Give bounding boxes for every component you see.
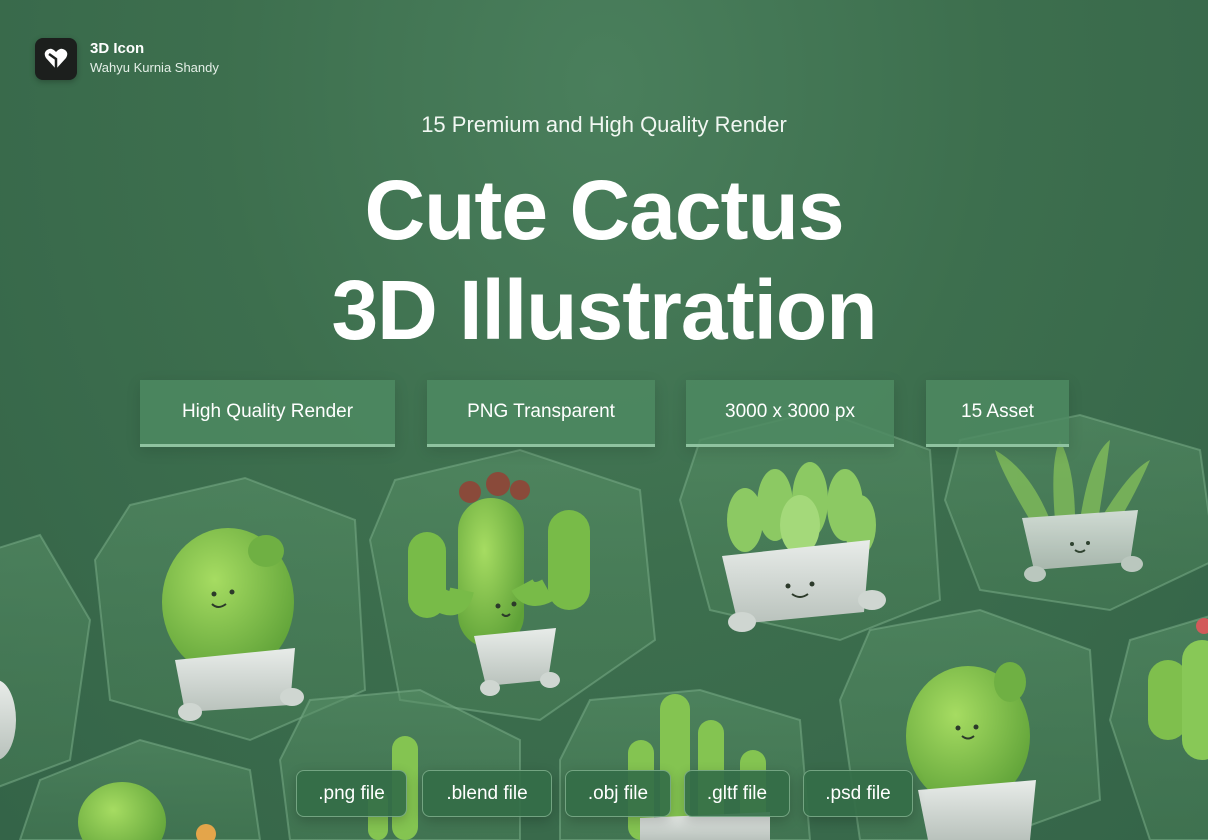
heart-logo-icon [35,38,77,80]
feature-tag: 15 Asset [926,380,1069,447]
page-title-line-2: 3D Illustration [331,263,877,357]
round-cactus-illustration [162,528,304,721]
file-chip-gltf: .gltf file [684,770,790,817]
brand-block: 3D Icon Wahyu Kurnia Shandy [35,38,219,80]
brand-title: 3D Icon [90,40,145,57]
round-cactus-illustration-2 [906,662,1036,840]
file-chip-psd: .psd file [803,770,913,817]
hex-tile [0,533,92,788]
file-chip-obj: .obj file [565,770,671,817]
feature-tag: PNG Transparent [427,380,655,447]
file-chip-blend: .blend file [422,770,552,817]
page-subtitle: 15 Premium and High Quality Render [421,112,787,137]
page-title: Cute Cactus 3D Illustration [0,160,1208,360]
page-title-line-1: Cute Cactus [364,163,844,257]
brand-author: Wahyu Kurnia Shandy [90,60,219,75]
feature-tag: 3000 x 3000 px [686,380,894,447]
file-chip-png: .png file [296,770,407,817]
feature-tag: High Quality Render [140,380,395,447]
